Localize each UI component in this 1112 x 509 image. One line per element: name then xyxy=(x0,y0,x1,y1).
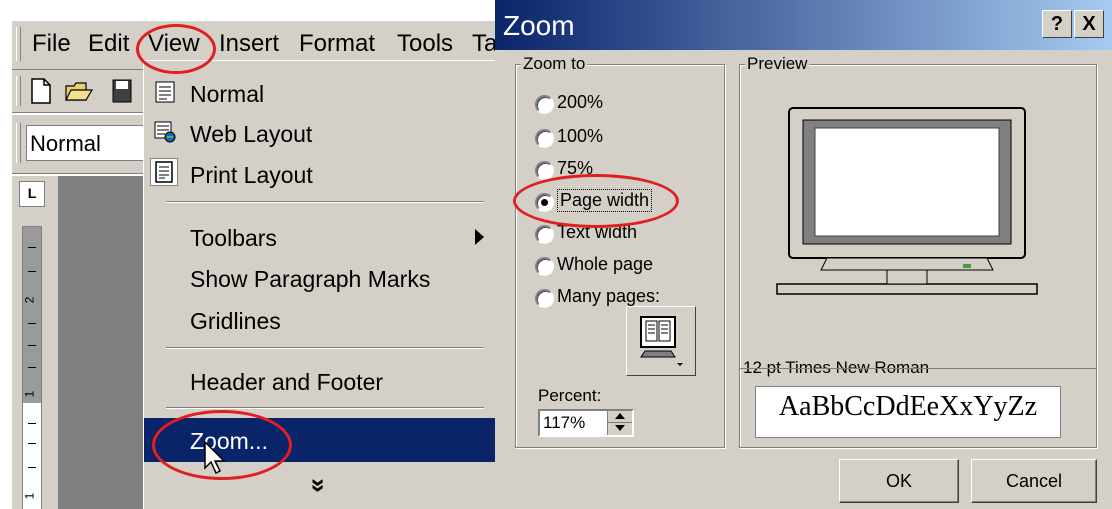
web-layout-icon xyxy=(154,121,176,143)
vertical-ruler-area: L 2 1 1 xyxy=(12,176,58,509)
radio-button[interactable] xyxy=(535,95,554,114)
menu-expand-chevron[interactable]: » xyxy=(144,466,495,506)
document-background xyxy=(58,176,148,509)
menu-item-web-layout[interactable]: Web Layout xyxy=(144,113,495,153)
toolbar-grip[interactable] xyxy=(16,123,21,163)
zoom-dialog: Zoom ? X Zoom to 200% 100% 75% Page widt… xyxy=(495,0,1112,509)
menu-file[interactable]: File xyxy=(32,30,71,58)
font-divider xyxy=(739,368,1097,369)
ruler-tick xyxy=(28,443,36,444)
menubar-grip[interactable] xyxy=(16,27,21,61)
menu-item-normal[interactable]: Normal xyxy=(144,73,495,113)
ruler-tick xyxy=(28,271,36,272)
radio-button[interactable] xyxy=(535,289,554,308)
zoom-to-label: Zoom to xyxy=(521,54,588,74)
font-sample-box: AaBbCcDdEeXxYyZz xyxy=(755,386,1061,438)
ok-button[interactable]: OK xyxy=(839,459,959,503)
menu-format[interactable]: Format xyxy=(299,30,375,58)
radio-button-selected[interactable] xyxy=(535,193,554,212)
menu-separator xyxy=(166,407,484,409)
mouse-cursor-icon xyxy=(204,440,226,475)
cancel-button[interactable]: Cancel xyxy=(971,459,1097,503)
menu-separator xyxy=(166,201,484,203)
formatting-toolbar: Normal xyxy=(12,115,152,174)
view-menu: Normal Web Layout Print Layout Toolbars … xyxy=(143,60,495,509)
close-button[interactable]: X xyxy=(1074,10,1104,38)
menu-item-show-paragraph-marks[interactable]: Show Paragraph Marks xyxy=(144,258,495,298)
toolbar-grip[interactable] xyxy=(16,76,21,106)
menu-table[interactable]: Ta xyxy=(472,30,495,58)
menu-view[interactable]: View xyxy=(148,30,200,58)
menu-edit[interactable]: Edit xyxy=(88,30,129,58)
print-layout-icon xyxy=(150,158,178,186)
dialog-title-bar[interactable]: Zoom ? X xyxy=(495,0,1112,50)
menu-tools[interactable]: Tools xyxy=(397,30,453,58)
spin-buttons[interactable] xyxy=(607,411,632,435)
ruler-tick xyxy=(28,467,36,468)
dialog-title: Zoom xyxy=(503,10,575,41)
spin-up-icon[interactable] xyxy=(615,413,625,419)
radio-button[interactable] xyxy=(535,129,554,148)
normal-view-icon xyxy=(155,81,175,103)
submenu-arrow-icon xyxy=(475,229,484,245)
tab-selector-button[interactable]: L xyxy=(19,181,45,207)
word-window: File Edit View Insert Format Tools Ta No… xyxy=(0,0,495,509)
monitor-preview-icon xyxy=(776,107,1038,295)
ruler-tick xyxy=(28,323,36,324)
percent-spinner[interactable]: 117% xyxy=(538,409,634,437)
many-pages-button[interactable] xyxy=(626,306,696,376)
menu-item-toolbars[interactable]: Toolbars xyxy=(144,217,495,257)
double-chevron-down-icon: » xyxy=(304,478,335,493)
menu-separator xyxy=(166,347,484,349)
help-button[interactable]: ? xyxy=(1042,10,1072,38)
menu-item-gridlines[interactable]: Gridlines xyxy=(144,300,495,340)
menu-item-print-layout[interactable]: Print Layout xyxy=(144,154,495,194)
radio-button[interactable] xyxy=(535,161,554,180)
menu-insert[interactable]: Insert xyxy=(219,30,279,58)
ruler-margin xyxy=(23,227,41,403)
radio-button[interactable] xyxy=(535,257,554,276)
font-sample-text: AaBbCcDdEeXxYyZz xyxy=(778,391,1038,422)
percent-label: Percent: xyxy=(538,386,602,405)
save-icon[interactable] xyxy=(112,78,132,104)
spin-divider xyxy=(608,422,632,423)
monitor-pages-icon xyxy=(640,316,683,366)
menu-item-zoom[interactable]: Zoom... xyxy=(144,418,495,462)
ruler-number: 1 xyxy=(22,390,37,398)
new-document-icon[interactable] xyxy=(30,78,52,104)
ruler-tick xyxy=(28,423,36,424)
vertical-ruler[interactable]: 2 1 1 xyxy=(22,226,42,509)
radio-button[interactable] xyxy=(535,225,554,244)
preview-label: Preview xyxy=(745,54,810,74)
standard-toolbar xyxy=(12,70,152,113)
spin-down-icon[interactable] xyxy=(615,425,625,431)
ruler-tick xyxy=(28,367,36,368)
ruler-tick xyxy=(28,247,36,248)
open-folder-icon[interactable] xyxy=(64,78,94,104)
percent-value: 117% xyxy=(543,413,586,432)
ruler-number: 1 xyxy=(22,492,37,500)
ruler-tick xyxy=(28,345,36,346)
menu-item-header-footer[interactable]: Header and Footer xyxy=(144,361,495,401)
style-dropdown[interactable]: Normal xyxy=(26,125,144,161)
ruler-number: 2 xyxy=(22,296,37,304)
